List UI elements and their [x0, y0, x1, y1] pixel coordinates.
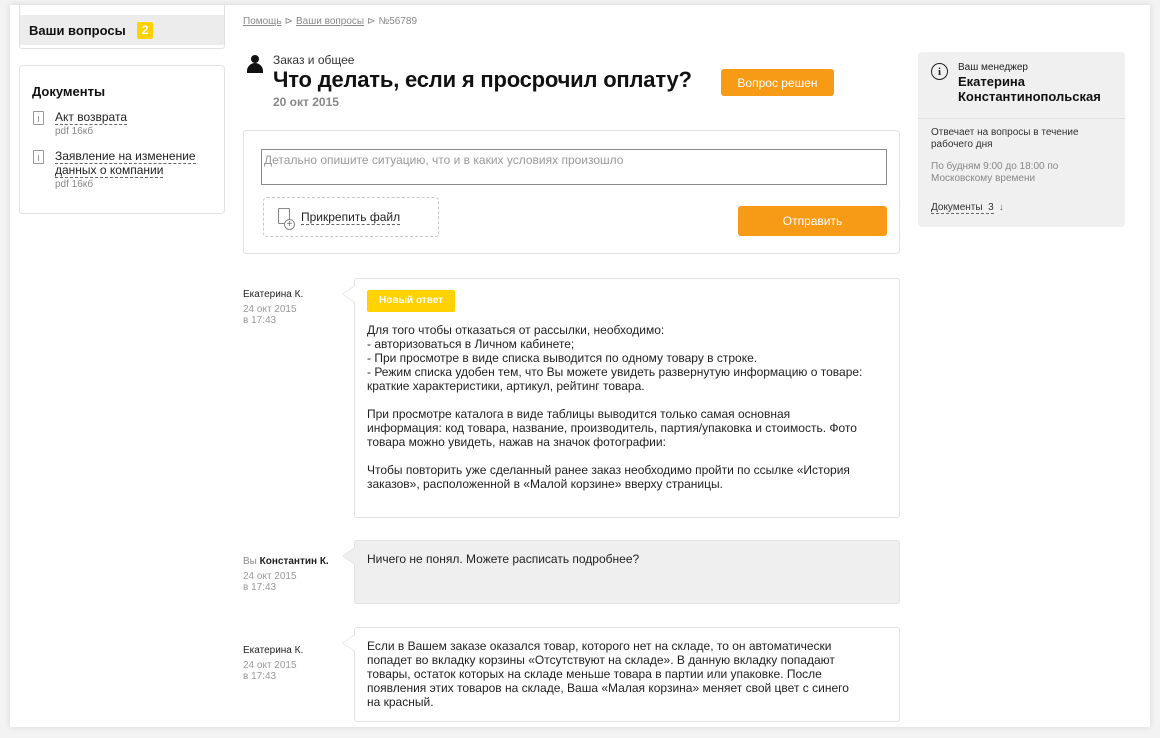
message-date: 24 окт 2015 — [243, 660, 297, 671]
message-line: заказов», расположенной в «Малой корзине… — [367, 477, 723, 491]
breadcrumb-separator: ⊳ — [284, 16, 294, 27]
manager-name: Екатерина Константинопольская — [958, 74, 1101, 104]
message-line: Чтобы повторить уже сделанный ранее зака… — [367, 463, 850, 477]
message-line: Если в Вашем заказе оказался товар, кото… — [367, 639, 832, 653]
message-line: - авторизоваться в Личном кабинете; — [367, 337, 575, 351]
message-line: на красный. — [367, 695, 434, 709]
manager-label: Ваш менеджер — [958, 62, 1028, 73]
breadcrumb-help[interactable]: Помощь — [243, 16, 282, 27]
question-category: Заказ и общее — [273, 53, 355, 67]
message-paragraph: При просмотре каталога в виде таблицы вы… — [367, 407, 887, 449]
document-download-icon — [33, 111, 44, 125]
divider — [918, 118, 1125, 119]
message-line: - Режим списка удобен тем, что Вы можете… — [367, 365, 863, 379]
breadcrumb: Помощь ⊳ Ваши вопросы ⊳ №56789 — [243, 16, 417, 27]
documents-panel: Документы Акт возврата pdf 16кб Заявлени… — [19, 65, 225, 214]
message-line: При просмотре каталога в виде таблицы вы… — [367, 407, 791, 421]
arrow-down-icon[interactable]: ↓ — [999, 202, 1004, 213]
message-time: в 17:43 — [243, 671, 277, 682]
send-button[interactable]: Отправить — [738, 206, 887, 236]
new-answer-badge: Новый ответ — [367, 290, 456, 312]
manager-card: i Ваш менеджер Екатерина Константинополь… — [918, 52, 1125, 227]
sidebar-item-your-questions[interactable]: Ваши вопросы 2 — [20, 15, 224, 45]
manager-documents-link[interactable]: Документы 3 ↓ — [931, 202, 1004, 214]
sidebar-nav: Ваши вопросы 2 — [19, 5, 225, 49]
question-date: 20 окт 2015 — [273, 95, 339, 109]
document-item[interactable]: Заявление на изменение данных о компании… — [32, 149, 212, 190]
attach-file-icon — [278, 208, 295, 230]
questions-count-badge: 2 — [136, 21, 154, 39]
message-line: - При просмотре в виде списка выводится … — [367, 351, 758, 365]
message-paragraph: Для того чтобы отказаться от рассылки, н… — [367, 323, 887, 393]
manager-hours: По будням 9:00 до 18:00 по Московскому в… — [931, 161, 1059, 184]
message-time: в 17:43 — [243, 315, 277, 326]
message-paragraph: Чтобы повторить уже сделанный ранее зака… — [367, 463, 887, 491]
page: Ваши вопросы 2 Документы Акт возврата pd… — [10, 5, 1150, 727]
message-author: Вы Константин К. — [243, 556, 329, 567]
user-icon — [247, 55, 263, 73]
document-item[interactable]: Акт возврата pdf 16кб — [32, 110, 212, 137]
document-link[interactable]: Акт возврата — [55, 110, 127, 125]
message-meta: Екатерина К. 24 окт 2015 в 17:43 — [243, 645, 303, 682]
message-line: товара можно увидеть, нажав на значок фо… — [367, 435, 666, 449]
reply-form: Детально опишите ситуацию, что и в каких… — [243, 130, 900, 254]
message-time: в 17:43 — [243, 582, 277, 593]
reply-textarea[interactable]: Детально опишите ситуацию, что и в каких… — [261, 149, 887, 185]
message-line: попадет во вкладку корзины «Отсутствуют … — [367, 653, 835, 667]
manager-documents-label[interactable]: Документы 3 — [931, 202, 994, 214]
message-date: 24 окт 2015 — [243, 304, 297, 315]
message-text: Ничего не понял. Можете расписать подроб… — [367, 552, 640, 566]
sidebar-item-label: Ваши вопросы — [29, 22, 126, 38]
document-meta: pdf 16кб — [55, 126, 94, 137]
document-meta: pdf 16кб — [55, 179, 94, 190]
page-title: Что делать, если я просрочил оплату? — [273, 67, 692, 92]
breadcrumb-current: №56789 — [378, 16, 418, 27]
message-author: Екатерина К. — [243, 289, 304, 300]
attach-file-area[interactable]: Прикрепить файл — [263, 197, 439, 237]
message-line: Для того чтобы отказаться от рассылки, н… — [367, 323, 665, 337]
message-author-name: Константин К. — [259, 556, 329, 567]
message-line: товары, остаток которых на складе меньше… — [367, 667, 822, 681]
breadcrumb-your-questions[interactable]: Ваши вопросы — [296, 16, 364, 27]
message-bubble: Ничего не понял. Можете расписать подроб… — [342, 540, 900, 604]
info-icon: i — [931, 63, 948, 80]
message-meta: Екатерина К. 24 окт 2015 в 17:43 — [243, 289, 303, 326]
message-line: информация: код товара, название, произв… — [367, 421, 857, 435]
breadcrumb-separator: ⊳ — [367, 16, 376, 27]
message-author-prefix: Вы — [243, 556, 257, 567]
question-solved-button[interactable]: Вопрос решен — [721, 69, 834, 96]
message-bubble: Если в Вашем заказе оказался товар, кото… — [342, 627, 900, 722]
document-download-icon — [33, 150, 44, 164]
attach-file-link[interactable]: Прикрепить файл — [301, 210, 401, 225]
document-link[interactable]: Заявление на изменение данных о компании — [55, 149, 196, 178]
manager-documents-count: 3 — [988, 202, 994, 213]
message-date: 24 окт 2015 — [243, 571, 297, 582]
message-meta: Вы Константин К. 24 окт 2015 в 17:43 — [243, 556, 329, 593]
documents-title: Документы — [32, 84, 106, 99]
message-line: появления этих товаров на складе, Ваша «… — [367, 681, 849, 695]
message-bubble: Новый ответ Для того чтобы отказаться от… — [342, 278, 900, 518]
message-line: краткие характеристики, артикул, рейтинг… — [367, 379, 645, 393]
manager-response-time: Отвечает на вопросы в течение рабочего д… — [931, 127, 1079, 150]
message-author: Екатерина К. — [243, 645, 304, 656]
